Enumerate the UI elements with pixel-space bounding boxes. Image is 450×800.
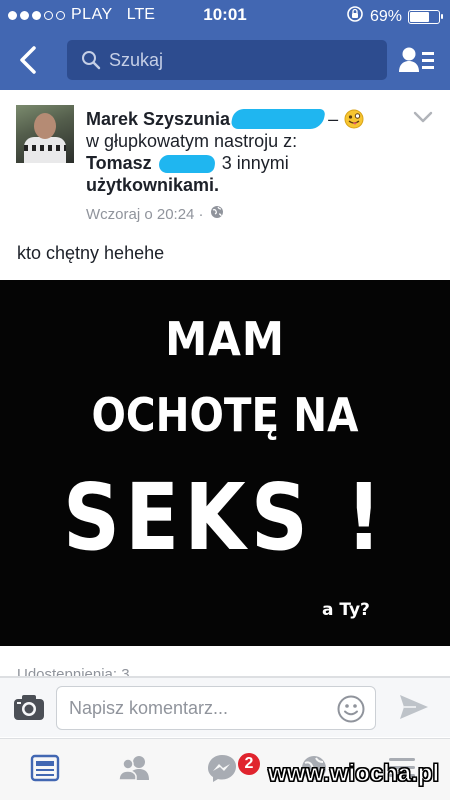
post-meta: Marek Szyszunia – w głupkowatym nastroju… — [86, 108, 386, 226]
tab-friend-requests[interactable] — [118, 753, 152, 788]
comment-input[interactable]: Napisz komentarz... — [56, 686, 376, 730]
redaction-scribble — [157, 155, 217, 174]
feeling-text: w głupkowatym nastroju z: — [86, 131, 298, 151]
signal-strength-icon — [8, 10, 65, 20]
search-icon — [81, 50, 101, 70]
tab-news-feed[interactable] — [30, 753, 60, 788]
chevron-down-icon — [413, 111, 433, 123]
redaction-scribble — [230, 109, 326, 129]
share-count[interactable]: Udostępnienia: 3 — [17, 664, 130, 676]
comment-bar: Napisz komentarz... — [0, 677, 450, 737]
search-input[interactable]: Szukaj — [67, 40, 387, 80]
tagged-others[interactable]: 3 innymi — [222, 153, 289, 173]
send-icon — [400, 695, 428, 719]
camera-button[interactable] — [12, 692, 46, 727]
search-placeholder: Szukaj — [109, 49, 164, 70]
post-options-button[interactable] — [412, 110, 434, 129]
privacy-globe-icon — [210, 204, 224, 226]
messenger-icon — [208, 755, 236, 782]
tagged-others-tail: użytkownikami. — [86, 175, 220, 195]
post-text: kto chętny hehehe — [17, 243, 165, 263]
tagged-friend[interactable]: Tomasz — [86, 153, 152, 173]
battery-percent: 69% — [369, 7, 402, 25]
rotation-lock-icon — [346, 5, 364, 28]
chevron-left-icon — [20, 46, 36, 74]
tab-messages[interactable] — [206, 753, 238, 788]
carrier-name: PLAY — [71, 6, 113, 23]
post-timestamp[interactable]: Wczoraj o 20:24 · — [86, 204, 204, 226]
image-text-aside: a Ty? — [322, 600, 370, 620]
friends-list-button[interactable] — [398, 44, 438, 76]
watermark: www.wiocha.pl — [267, 760, 440, 788]
nav-bar: Szukaj — [0, 30, 450, 90]
messages-badge: 2 — [236, 751, 262, 777]
image-text-line: SEKS ! — [63, 464, 387, 571]
contacts-icon — [399, 47, 434, 72]
author-name[interactable]: Marek Szyszunia — [86, 108, 230, 130]
battery-level — [410, 11, 429, 22]
back-button[interactable] — [14, 44, 44, 76]
friend-requests-icon — [118, 756, 149, 781]
image-text-line: OCHOTĘ NA — [91, 388, 359, 442]
news-feed-icon — [30, 754, 60, 782]
image-text-line: MAM — [165, 312, 285, 366]
avatar[interactable] — [16, 105, 74, 163]
send-button[interactable] — [398, 692, 430, 727]
comment-placeholder: Napisz komentarz... — [69, 697, 229, 718]
sticker-button[interactable] — [336, 694, 366, 729]
feeling-dash: – — [328, 109, 339, 129]
app-screen: PLAY LTE 10:01 69% Szukaj Marek Szyszuni… — [0, 0, 450, 800]
status-bar: PLAY LTE 10:01 69% — [0, 0, 450, 30]
battery-icon — [408, 9, 443, 24]
silly-face-emoji-icon — [344, 109, 364, 129]
smiley-icon — [337, 695, 365, 723]
camera-icon — [14, 695, 44, 720]
post-header: Marek Szyszunia – w głupkowatym nastroju… — [0, 90, 450, 230]
network-type: LTE — [126, 6, 155, 23]
post-image[interactable]: MAM OCHOTĘ NA SEKS ! a Ty? — [0, 280, 450, 646]
